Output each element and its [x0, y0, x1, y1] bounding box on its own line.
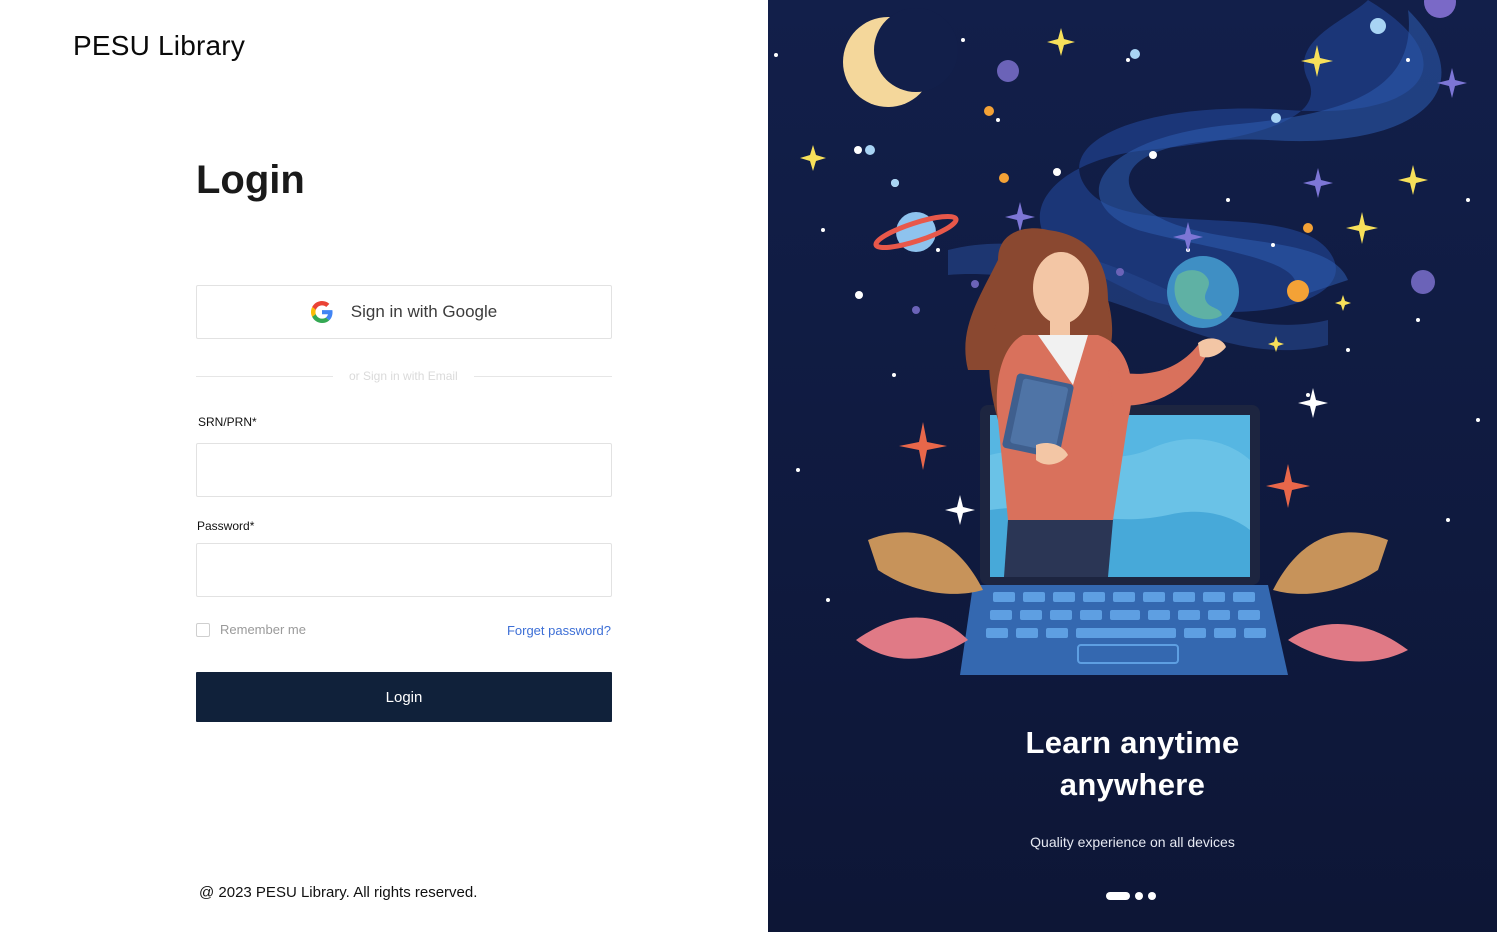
login-page: PESU Library Login Sign in with Google o…: [0, 0, 1497, 932]
login-button[interactable]: Login: [196, 672, 612, 722]
hero-title-line1: Learn anytime: [1025, 725, 1240, 760]
brand-title: PESU Library: [73, 30, 246, 61]
hero-title-line2: anywhere: [1059, 767, 1206, 802]
remember-me[interactable]: Remember me: [196, 622, 306, 637]
page-title: Login: [196, 158, 305, 202]
divider-text: or Sign in with Email: [349, 369, 458, 383]
google-signin-label: Sign in with Google: [350, 302, 498, 321]
divider-line-left: [196, 375, 333, 377]
hero-title: Learn anytime anywhere: [768, 722, 1497, 806]
divider-line-right: [473, 375, 612, 377]
carousel-dot-2[interactable]: [1135, 892, 1143, 900]
footer-copyright: @ 2023 PESU Library. All rights reserved…: [199, 884, 478, 901]
password-label: Password*: [197, 519, 255, 533]
forgot-password-link[interactable]: Forget password?: [507, 623, 611, 638]
remember-me-checkbox[interactable]: [196, 622, 210, 637]
hero-panel: Learn anytime anywhere Quality experienc…: [768, 0, 1497, 932]
srn-label: SRN/PRN*: [198, 415, 257, 429]
srn-input[interactable]: [196, 443, 612, 497]
hero-subtitle: Quality experience on all devices: [1030, 834, 1235, 850]
carousel-dot-1[interactable]: [1106, 892, 1130, 900]
google-icon: [310, 301, 333, 323]
carousel-dot-3[interactable]: [1148, 892, 1156, 900]
google-signin-button[interactable]: Sign in with Google: [196, 285, 612, 339]
remember-me-label: Remember me: [220, 622, 306, 637]
password-input[interactable]: [196, 543, 612, 597]
email-divider: or Sign in with Email: [196, 366, 612, 386]
carousel-dots: [1106, 892, 1156, 900]
